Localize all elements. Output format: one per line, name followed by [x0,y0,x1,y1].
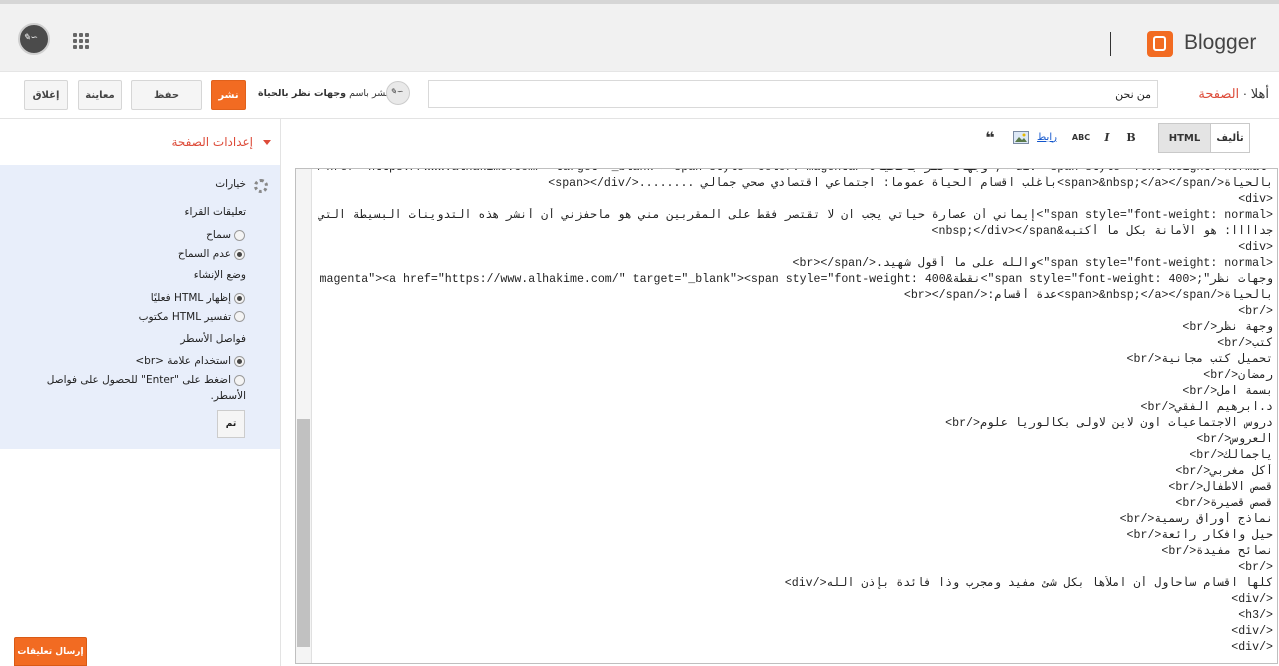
code-line[interactable]: تحميل كتب مجانية</br> [318,352,1273,368]
code-line[interactable]: حيل وافكار رائعة</br> [318,528,1273,544]
code-line[interactable]: ياجمالك</br> [318,448,1273,464]
blogger-logo-text[interactable]: Blogger [1184,31,1256,55]
apps-grid-icon[interactable] [73,33,91,51]
code-line[interactable]: قصص قصيرة</br> [318,496,1273,512]
reader-comments-label: تعليقات القراء [184,206,246,218]
code-line[interactable]: دروس الاجتماعيات اون لاين لاولى بكالوريا… [318,416,1273,432]
header-divider [1110,32,1111,56]
options-section: خيارات تعليقات القراء سماح عدم السماح وض… [0,165,280,449]
done-button[interactable]: تم [217,410,245,438]
code-line[interactable]: وجهات نظر";<span style="font-weight: 400… [318,272,1273,288]
code-line[interactable]: كلها اقسام سأحاول أن املأها بكل شئ مفيد … [318,576,1273,592]
code-line[interactable]: أكل مغربي</br> [318,464,1273,480]
code-line[interactable]: كتب</br> [318,336,1273,352]
show-html-label[interactable]: إظهار HTML فعليًا [151,292,231,304]
spellcheck-button[interactable]: ABC [1071,129,1091,145]
top-bar: ✎∽ Blogger [0,0,1279,72]
code-line[interactable]: بالحياة</span>&nbsp;</a></span>بأغلب اقس… [318,176,1273,192]
account-avatar[interactable]: ✎∽ [18,23,50,55]
code-line[interactable]: رمضان</br> [318,368,1273,384]
use-br-radio[interactable] [234,356,245,367]
editor-toolbar: تأليف HTML B I ABC رابط ❝ [282,119,1279,158]
code-line[interactable]: بالحياة</span>&nbsp;</a></span>عدة أقسام… [318,288,1273,304]
code-line[interactable]: <span style="font-weight: normal">والله … [318,256,1273,272]
save-button[interactable]: حفظ [131,80,202,110]
press-enter-label[interactable]: اضغط على "Enter" للحصول على فواصل [47,374,231,386]
line-breaks-label: فواصل الأسطر [180,333,246,345]
publish-button[interactable]: نشر [211,80,246,110]
editor-scrollbar[interactable] [296,169,312,663]
compose-mode-label: وضع الإنشاء [193,269,246,281]
quote-icon[interactable]: ❝ [982,128,998,147]
code-line[interactable]: <div><span style="font-weight: normal">;… [318,169,1273,176]
bold-button[interactable]: B [1124,129,1138,145]
code-line[interactable]: د.ابرهيم الفقي</br> [318,400,1273,416]
show-html-radio[interactable] [234,293,245,304]
page-title-input[interactable] [428,80,1158,108]
press-enter-radio[interactable] [234,375,245,386]
code-line[interactable]: وجهة نظر</br> [318,320,1273,336]
allow-comments-radio[interactable] [234,230,245,241]
code-line[interactable]: <div> [318,192,1273,208]
preview-button[interactable]: معاينة [78,80,122,110]
code-line[interactable]: <div> [318,240,1273,256]
gear-icon [254,179,268,193]
use-br-label[interactable]: استخدام علامة <br> [135,355,231,367]
insert-image-icon[interactable] [1012,129,1030,145]
code-line[interactable]: </br> [318,560,1273,576]
code-line[interactable]: </h3> [318,608,1273,624]
compose-mode-tab[interactable]: تأليف [1210,123,1250,153]
code-line[interactable]: </div> [318,640,1273,656]
blog-avatar-icon: ✎∽ [386,81,410,105]
breadcrumb-separator: · [1242,86,1248,101]
disallow-comments-label[interactable]: عدم السماح [178,248,231,260]
publish-as-text: النشر باسم وجهات نظر بالحياة [258,88,394,99]
page-settings-label[interactable]: إعدادات الصفحة [171,135,253,149]
interpret-html-label[interactable]: تفسير HTML مكتوب [139,311,231,323]
press-enter-label-cont[interactable]: الأسطر. [211,390,246,402]
html-editor[interactable]: <div><span style="font-weight: normal">;… [295,168,1278,664]
page-settings-panel: إعدادات الصفحة خيارات تعليقات القراء سما… [0,119,281,666]
post-action-bar: إغلاق معاينة حفظ نشر النشر باسم وجهات نظ… [0,72,1279,119]
allow-comments-label[interactable]: سماح [206,229,231,241]
page-settings-header[interactable]: إعدادات الصفحة [0,119,281,165]
breadcrumb: أهلا · الصفحة [1198,86,1269,102]
code-line[interactable]: نصائح مفيدة</br> [318,544,1273,560]
editor-scroll-thumb[interactable] [297,419,310,647]
italic-button[interactable]: I [1100,129,1114,145]
html-source-text[interactable]: <div><span style="font-weight: normal">;… [318,169,1273,656]
send-feedback-button[interactable]: إرسال تعليقات [14,637,87,666]
disallow-comments-radio[interactable] [234,249,245,260]
code-line[interactable]: قصص الاطفال</br> [318,480,1273,496]
code-line[interactable]: </br> [318,304,1273,320]
code-line[interactable]: </div> [318,624,1273,640]
close-button[interactable]: إغلاق [24,80,68,110]
blog-name: وجهات نظر بالحياة [258,88,347,99]
interpret-html-radio[interactable] [234,311,245,322]
options-label: خيارات [215,178,246,190]
html-mode-tab[interactable]: HTML [1158,123,1211,153]
code-line[interactable]: نماذج أوراق رسمية</br> [318,512,1273,528]
code-line[interactable]: جداااا: هو الأمانة بكل ما أكتبه&nbsp;</d… [318,224,1273,240]
breadcrumb-greeting: أهلا [1250,86,1269,101]
code-line[interactable]: العروس</br> [318,432,1273,448]
blogger-logo-icon[interactable] [1147,31,1173,57]
caret-down-icon[interactable] [263,140,271,145]
code-line[interactable]: بسمة امل</br> [318,384,1273,400]
code-line[interactable]: <span style="font-weight: normal">إيماني… [318,208,1273,224]
link-button[interactable]: رابط [1036,129,1058,145]
code-line[interactable]: </div> [318,592,1273,608]
breadcrumb-page-link[interactable]: الصفحة [1198,86,1239,101]
